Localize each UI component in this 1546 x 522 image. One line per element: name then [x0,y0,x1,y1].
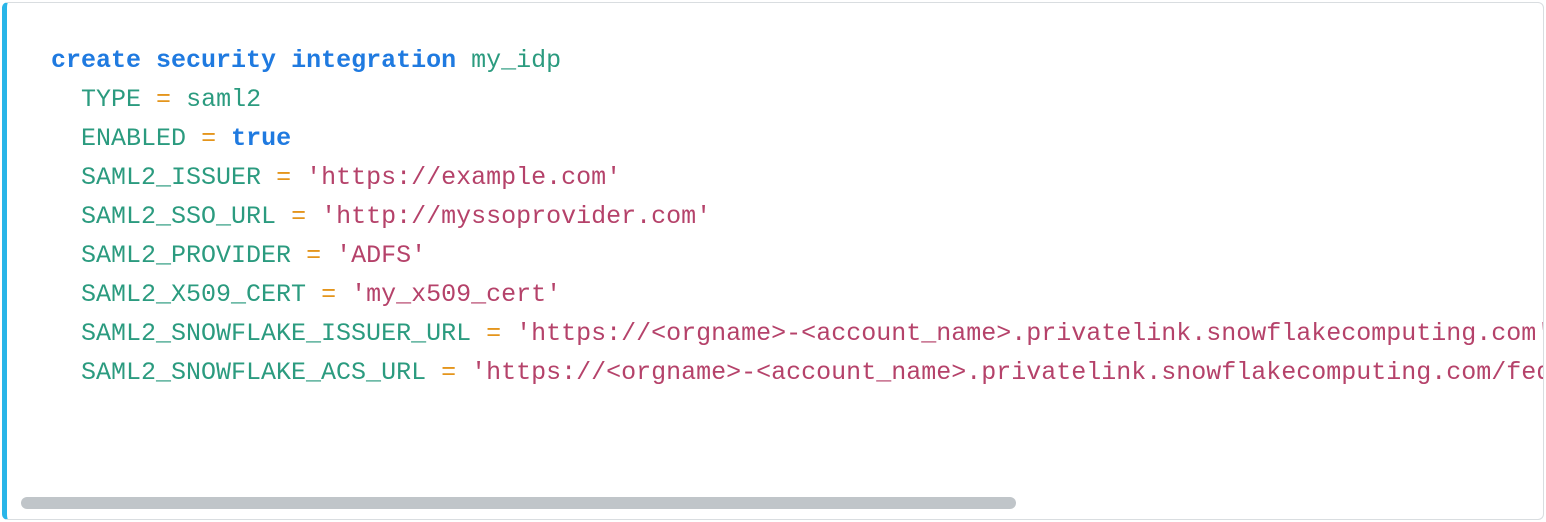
code-scroll-area[interactable]: create security integration my_idp TYPE … [7,41,1543,495]
param-value: saml2 [186,85,261,114]
param-key: SAML2_PROVIDER [81,241,291,270]
keyword-create: create [51,46,141,75]
string-literal: 'http://myssoprovider.com' [321,202,711,231]
string-literal: 'https://<orgname>-<account_name>.privat… [471,358,1543,387]
horizontal-scrollbar[interactable] [21,497,1529,509]
keyword-integration: integration [291,46,456,75]
param-key: TYPE [81,85,141,114]
scrollbar-thumb[interactable] [21,497,1016,509]
equals-op: = [276,163,291,192]
string-literal: 'my_x509_cert' [351,280,561,309]
equals-op: = [201,124,216,153]
equals-op: = [156,85,171,114]
equals-op: = [441,358,456,387]
string-literal: 'ADFS' [336,241,426,270]
string-literal: 'https://example.com' [306,163,621,192]
equals-op: = [306,241,321,270]
code-content: create security integration my_idp TYPE … [51,41,1499,392]
string-literal: 'https://<orgname>-<account_name>.privat… [516,319,1543,348]
param-key: ENABLED [81,124,186,153]
equals-op: = [321,280,336,309]
param-key: SAML2_X509_CERT [81,280,306,309]
keyword-security: security [156,46,276,75]
param-key: SAML2_SSO_URL [81,202,276,231]
param-key: SAML2_SNOWFLAKE_ISSUER_URL [81,319,471,348]
boolean-true: true [231,124,291,153]
equals-op: = [486,319,501,348]
integration-name: my_idp [471,46,561,75]
code-block: create security integration my_idp TYPE … [2,2,1544,520]
param-key: SAML2_ISSUER [81,163,261,192]
equals-op: = [291,202,306,231]
param-key: SAML2_SNOWFLAKE_ACS_URL [81,358,426,387]
